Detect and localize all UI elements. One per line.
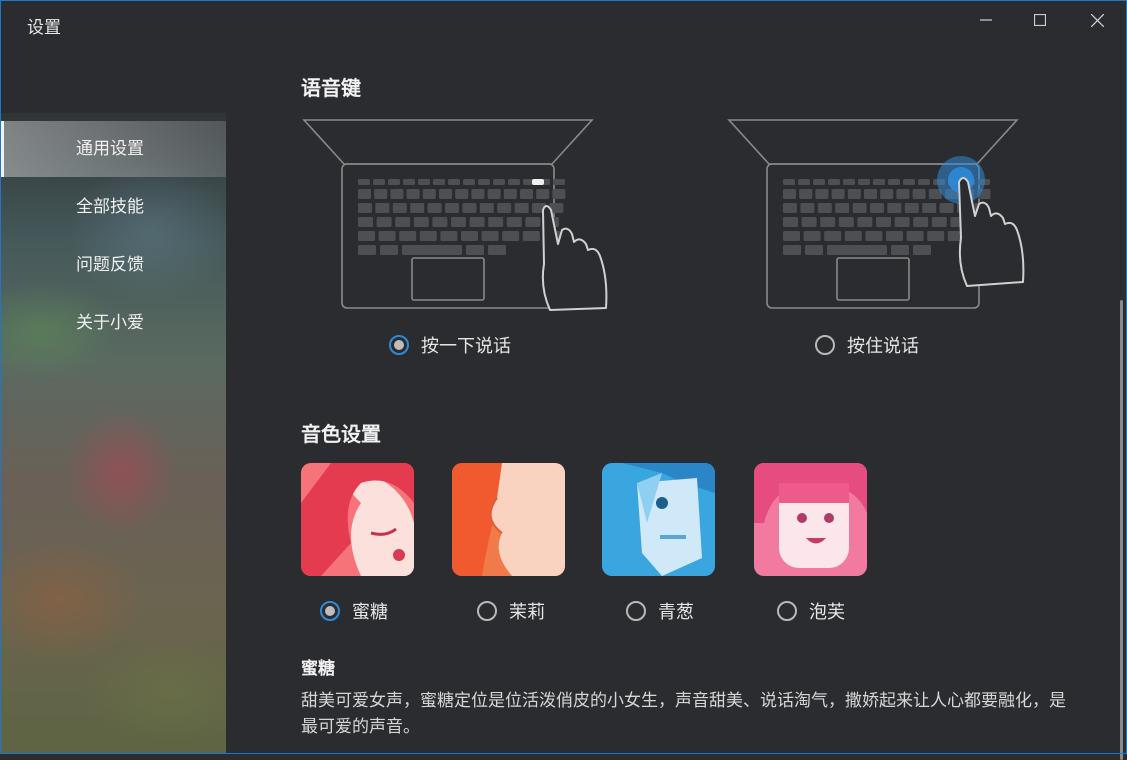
voice-key-title: 语音键 bbox=[301, 76, 361, 100]
mitang-avatar bbox=[301, 463, 414, 576]
voice-card-paofu[interactable] bbox=[754, 463, 867, 576]
window-title: 设置 bbox=[27, 18, 61, 38]
timbre-option-paofu[interactable]: 泡芙 bbox=[777, 598, 845, 624]
minimize-icon bbox=[980, 19, 992, 21]
laptop-press-hold-illustration bbox=[727, 119, 1025, 309]
close-button[interactable] bbox=[1071, 0, 1123, 40]
press-once-option[interactable]: 按一下说话 bbox=[389, 332, 511, 358]
selected-voice-name: 蜜糖 bbox=[301, 659, 335, 679]
maximize-icon bbox=[1034, 14, 1046, 26]
voice-card-moli[interactable] bbox=[452, 463, 565, 576]
minimize-button[interactable] bbox=[960, 0, 1012, 40]
qingcong-radio[interactable] bbox=[626, 601, 646, 621]
sidebar-item-skills[interactable]: 全部技能 bbox=[1, 179, 226, 235]
moli-label: 茉莉 bbox=[509, 602, 545, 623]
laptop-press-once-illustration bbox=[302, 119, 608, 311]
mitang-radio[interactable] bbox=[320, 601, 340, 621]
press-hold-label: 按住说话 bbox=[847, 336, 919, 357]
timbre-option-mitang[interactable]: 蜜糖 bbox=[320, 598, 388, 624]
paofu-avatar bbox=[754, 463, 867, 576]
mitang-label: 蜜糖 bbox=[352, 602, 388, 623]
press-hold-option[interactable]: 按住说话 bbox=[815, 332, 919, 358]
selected-voice-description: 甜美可爱女声，蜜糖定位是位活泼俏皮的小女生，声音甜美、说话淘气，撒娇起来让人心都… bbox=[301, 691, 1066, 737]
press-once-label: 按一下说话 bbox=[421, 336, 511, 357]
moli-radio[interactable] bbox=[477, 601, 497, 621]
timbre-option-moli[interactable]: 茉莉 bbox=[477, 598, 545, 624]
timbre-title: 音色设置 bbox=[301, 422, 381, 446]
paofu-label: 泡芙 bbox=[809, 602, 845, 623]
timbre-option-qingcong[interactable]: 青葱 bbox=[626, 598, 694, 624]
qingcong-avatar bbox=[602, 463, 715, 576]
close-icon bbox=[1090, 13, 1104, 27]
qingcong-label: 青葱 bbox=[658, 602, 694, 623]
scrollbar[interactable] bbox=[1120, 300, 1123, 760]
paofu-radio[interactable] bbox=[777, 601, 797, 621]
press-hold-radio[interactable] bbox=[815, 335, 835, 355]
sidebar-item-feedback[interactable]: 问题反馈 bbox=[1, 237, 226, 293]
voice-card-mitang[interactable] bbox=[301, 463, 414, 576]
sidebar-item-about[interactable]: 关于小爱 bbox=[1, 295, 226, 351]
press-once-radio[interactable] bbox=[389, 335, 409, 355]
sidebar-item-general[interactable]: 通用设置 bbox=[1, 121, 226, 177]
voice-card-qingcong[interactable] bbox=[602, 463, 715, 576]
moli-avatar bbox=[452, 463, 565, 576]
maximize-button[interactable] bbox=[1014, 0, 1066, 40]
sidebar: 设置 通用设置 全部技能 问题反馈 关于小爱 bbox=[1, 1, 226, 753]
